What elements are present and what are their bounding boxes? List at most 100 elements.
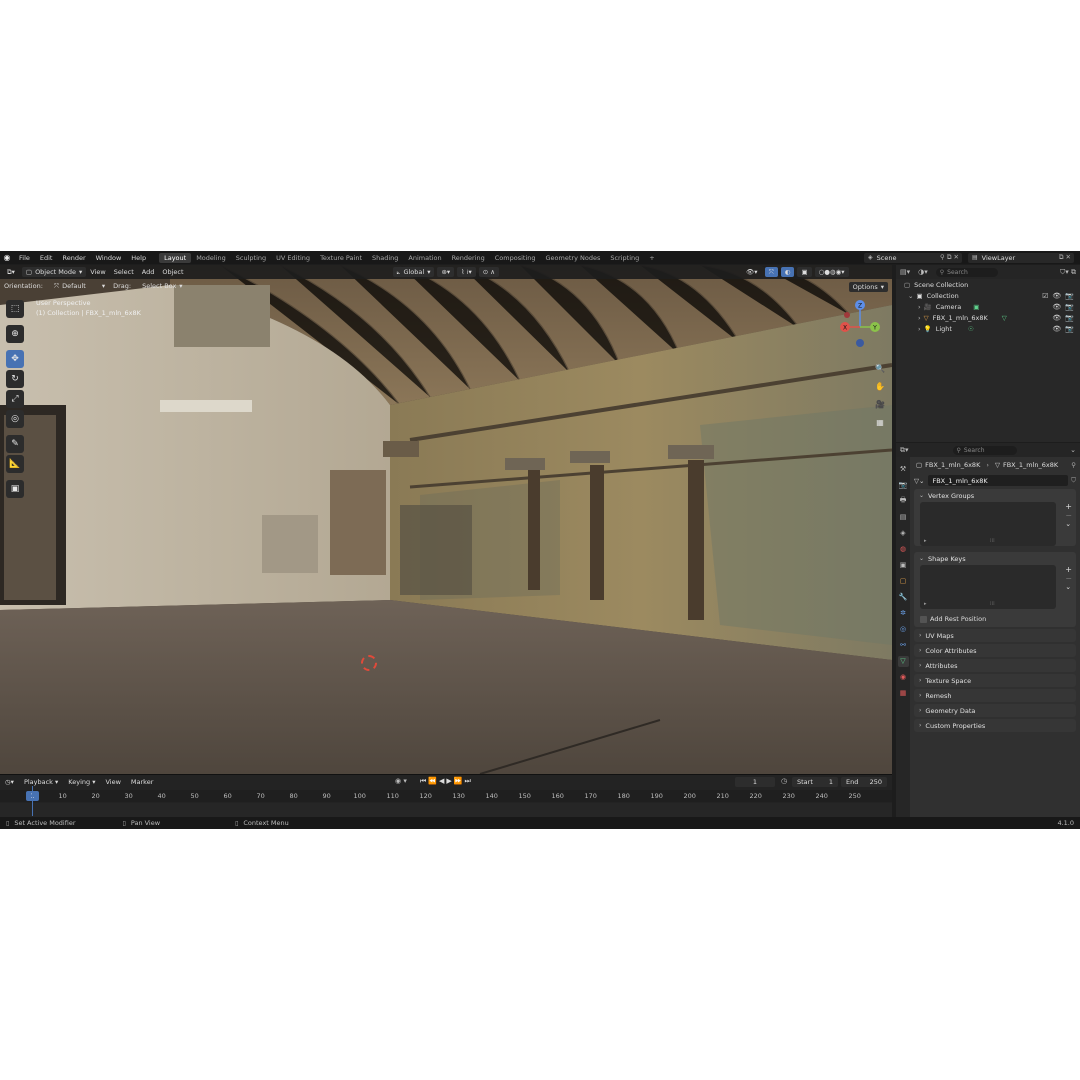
tab-modeling[interactable]: Modeling: [191, 253, 231, 263]
menu-playback[interactable]: Playback ▾: [19, 778, 63, 786]
menu-help[interactable]: Help: [126, 254, 151, 262]
zoom-icon[interactable]: 🔍: [873, 361, 887, 375]
view-layer-selector[interactable]: ▤ ViewLayer ⧉ ✕: [968, 252, 1074, 263]
timeline-editor-type-icon[interactable]: ◷▾: [0, 778, 19, 786]
navigation-gizmo[interactable]: Z Y X: [838, 297, 882, 353]
tab-animation[interactable]: Animation: [403, 253, 446, 263]
menu-view[interactable]: View: [86, 268, 109, 276]
scene-tab-icon[interactable]: ◈: [898, 528, 909, 539]
pan-hand-icon[interactable]: ✋: [873, 379, 887, 393]
eye-icon[interactable]: 👁: [1052, 314, 1061, 322]
tool-tab-icon[interactable]: ⚒: [898, 464, 909, 475]
visibility-icon[interactable]: 👁▾: [742, 267, 762, 277]
pin-icon[interactable]: ⚲ ⧉ ✕: [940, 253, 959, 262]
panel-custom-properties[interactable]: › Custom Properties: [914, 719, 1076, 732]
blender-logo-icon[interactable]: ◉: [0, 251, 14, 264]
xray-icon[interactable]: ▣: [797, 267, 812, 277]
tab-shading[interactable]: Shading: [367, 253, 403, 263]
3d-viewport[interactable]: ⧉▾ ▢ Object Mode ▾ View Select Add Object …: [0, 265, 892, 774]
cursor-tool-icon[interactable]: ⊕: [6, 325, 24, 343]
tab-sculpting[interactable]: Sculpting: [231, 253, 271, 263]
view-layer-tab-icon[interactable]: ▤: [898, 512, 909, 523]
menu-file[interactable]: File: [14, 254, 35, 262]
display-mode-icon[interactable]: ◑▾: [918, 268, 928, 276]
camera-view-icon[interactable]: 🎥: [873, 397, 887, 411]
expand-chevron-icon[interactable]: ›: [918, 303, 921, 311]
transform-tool-icon[interactable]: ◎: [6, 410, 24, 428]
snap-icon[interactable]: ⌇ ⁞▾: [457, 267, 476, 277]
axis-gizmo-icon[interactable]: Z Y X: [838, 297, 882, 353]
select-box-tool-icon[interactable]: ⬚: [6, 300, 24, 318]
shape-keys-header[interactable]: ⌄ Shape Keys: [914, 552, 1076, 565]
options-dropdown[interactable]: Options ▾: [848, 282, 888, 292]
constraints-tab-icon[interactable]: ⚯: [898, 640, 909, 651]
panel-geometry-data[interactable]: › Geometry Data: [914, 704, 1076, 717]
properties-editor-type-icon[interactable]: ⧉▾: [900, 446, 909, 455]
add-shape-key-icon[interactable]: +: [1065, 565, 1072, 574]
menu-marker[interactable]: Marker: [126, 778, 158, 786]
list-grip-icon[interactable]: ⁞⁞⁞: [990, 538, 995, 544]
vertex-group-menu-icon[interactable]: ⌄: [1065, 520, 1072, 528]
outliner-editor-type-icon[interactable]: ▤▾: [900, 268, 910, 276]
clock-icon[interactable]: ◷: [781, 777, 787, 785]
panel-texture-space[interactable]: › Texture Space: [914, 674, 1076, 687]
shape-key-menu-icon[interactable]: ⌄: [1065, 583, 1072, 591]
render-camera-icon[interactable]: 📷: [1065, 303, 1074, 311]
outliner-item-camera[interactable]: › 🎥 Camera ▣ 👁 📷: [896, 301, 1080, 312]
tab-uv-editing[interactable]: UV Editing: [271, 253, 315, 263]
particles-tab-icon[interactable]: ✲: [898, 608, 909, 619]
outliner-search-input[interactable]: ⚲ Search: [935, 267, 998, 277]
mesh-datablock-icon[interactable]: ▽⌄: [914, 477, 924, 485]
output-tab-icon[interactable]: 🖶: [898, 496, 909, 507]
rotate-tool-icon[interactable]: ↻: [6, 370, 24, 388]
expand-chevron-icon[interactable]: ⌄: [908, 292, 913, 300]
ortho-grid-icon[interactable]: ▦: [873, 415, 887, 429]
proportional-edit-icon[interactable]: ⊙ ∧: [478, 267, 500, 277]
filter-icon[interactable]: ⛉▾ ⧉: [1060, 268, 1076, 277]
eye-icon[interactable]: 👁: [1052, 325, 1061, 333]
add-workspace-button[interactable]: +: [644, 253, 659, 263]
mesh-data-icon[interactable]: ▽: [1002, 314, 1007, 322]
mesh-name-field[interactable]: FBX_1_mln_6x8K: [928, 475, 1069, 486]
playback-controls-icon[interactable]: ⏮⏪◀▶⏩⏭: [420, 777, 473, 786]
world-tab-icon[interactable]: ◍: [898, 544, 909, 555]
move-tool-icon[interactable]: ✥: [6, 350, 24, 368]
light-data-icon[interactable]: ☉: [968, 325, 974, 333]
transform-orientation-selector[interactable]: ⟀ Global ▾: [392, 267, 435, 277]
add-vertex-group-icon[interactable]: +: [1065, 502, 1072, 511]
scene-selector[interactable]: ◈ Scene ⚲ ⧉ ✕: [864, 252, 962, 263]
end-frame-field[interactable]: End 250: [841, 777, 887, 787]
collection-tab-icon[interactable]: ▣: [898, 560, 909, 571]
outliner-item-mesh[interactable]: › ▽ FBX_1_mln_6x8K ▽ 👁 📷: [896, 312, 1080, 323]
menu-add[interactable]: Add: [138, 268, 159, 276]
shape-keys-list[interactable]: ▸ ⁞⁞⁞: [920, 565, 1056, 609]
render-tab-icon[interactable]: 📷: [898, 480, 909, 491]
start-frame-field[interactable]: Start 1: [792, 777, 838, 787]
record-icon[interactable]: ◉ ▾: [395, 777, 407, 785]
render-camera-icon[interactable]: 📷: [1065, 325, 1074, 333]
checkbox-icon[interactable]: [920, 615, 927, 623]
mode-selector[interactable]: ▢ Object Mode ▾: [21, 267, 87, 277]
properties-options-icon[interactable]: ⌄: [1070, 446, 1076, 454]
menu-keying[interactable]: Keying ▾: [63, 778, 100, 786]
menu-edit[interactable]: Edit: [35, 254, 58, 262]
tab-geometry-nodes[interactable]: Geometry Nodes: [541, 253, 606, 263]
render-camera-icon[interactable]: 📷: [1065, 292, 1074, 300]
timeline-track[interactable]: [0, 803, 892, 817]
physics-tab-icon[interactable]: ◎: [898, 624, 909, 635]
exclude-checkbox-icon[interactable]: ☑: [1042, 292, 1048, 300]
panel-remesh[interactable]: › Remesh: [914, 689, 1076, 702]
vertex-groups-header[interactable]: ⌄ Vertex Groups: [914, 489, 1076, 502]
expand-chevron-icon[interactable]: ›: [918, 314, 921, 322]
pin-icon[interactable]: ⚲: [1071, 461, 1076, 469]
copy-layer-icon[interactable]: ⧉ ✕: [1059, 253, 1071, 262]
camera-data-icon[interactable]: ▣: [973, 303, 979, 311]
list-grip-icon[interactable]: ⁞⁞⁞: [990, 601, 995, 607]
gizmo-toggle-icon[interactable]: ⤧: [764, 267, 778, 277]
tab-rendering[interactable]: Rendering: [447, 253, 490, 263]
eye-icon[interactable]: 👁: [1052, 292, 1061, 300]
tab-compositing[interactable]: Compositing: [490, 253, 541, 263]
3d-cursor-icon[interactable]: [361, 655, 377, 671]
overlay-toggle-icon[interactable]: ◐: [780, 267, 795, 277]
shading-modes-icon[interactable]: ○●◍◉▾: [814, 267, 849, 277]
